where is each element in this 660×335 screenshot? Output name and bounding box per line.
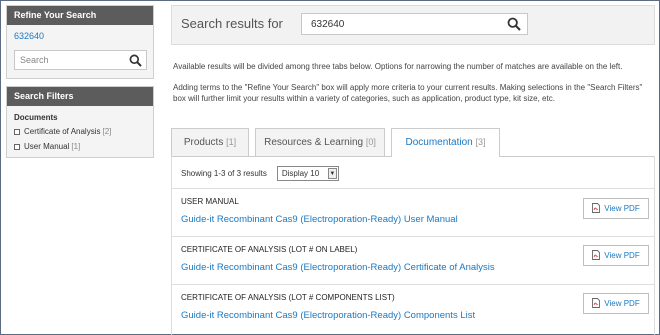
- view-pdf-label: View PDF: [604, 251, 640, 260]
- pdf-icon: [592, 297, 601, 310]
- tab-count: [0]: [365, 137, 376, 147]
- document-type: CERTIFICATE OF ANALYSIS (LOT # COMPONENT…: [181, 293, 395, 302]
- tab-count: [3]: [475, 137, 486, 147]
- document-link[interactable]: Guide-it Recombinant Cas9 (Electroporati…: [181, 214, 458, 225]
- filter-item-user-manual[interactable]: User Manual [1]: [14, 142, 80, 151]
- results-toolbar: Showing 1-3 of 3 results Display 10 ▼: [181, 166, 339, 181]
- view-pdf-button[interactable]: View PDF: [583, 293, 649, 314]
- view-pdf-label: View PDF: [604, 204, 640, 213]
- view-pdf-button[interactable]: View PDF: [583, 245, 649, 266]
- view-pdf-label: View PDF: [604, 299, 640, 308]
- main-search-input[interactable]: [302, 14, 492, 34]
- divider: [172, 236, 654, 237]
- tab-documentation[interactable]: Documentation [3]: [391, 128, 500, 157]
- document-link[interactable]: Guide-it Recombinant Cas9 (Electroporati…: [181, 262, 495, 273]
- main-search-box: [301, 13, 528, 35]
- tab-count: [1]: [226, 137, 237, 147]
- filter-item-label: User Manual: [24, 142, 70, 151]
- tab-label: Documentation: [405, 137, 473, 148]
- search-results-header: Search results for: [171, 5, 655, 45]
- filter-item-count: [1]: [71, 142, 81, 151]
- search-filters-panel: Search Filters Documents Certificate of …: [6, 86, 154, 158]
- filter-item-label: Certificate of Analysis: [24, 127, 101, 136]
- document-type: USER MANUAL: [181, 197, 239, 206]
- search-filters-title: Search Filters: [7, 87, 153, 106]
- sidebar-search-input[interactable]: [15, 51, 125, 69]
- checkbox-icon[interactable]: [14, 128, 20, 135]
- tab-resources-learning[interactable]: Resources & Learning [0]: [255, 128, 385, 156]
- info-text-tabs: Available results will be divided among …: [173, 62, 623, 71]
- filter-item-count: [2]: [102, 127, 112, 136]
- divider: [172, 188, 654, 189]
- refine-search-term-link[interactable]: 632640: [14, 31, 44, 41]
- refine-search-title: Refine Your Search: [7, 6, 153, 25]
- pdf-icon: [592, 202, 601, 215]
- refine-search-panel: Refine Your Search 632640: [6, 5, 154, 79]
- info-text-filters: Adding terms to the "Refine Your Search"…: [173, 83, 643, 103]
- display-count-select[interactable]: Display 10 ▼: [276, 166, 339, 181]
- display-count-value: Display 10: [281, 169, 320, 178]
- tab-label: Products: [183, 137, 224, 148]
- tab-label: Resources & Learning: [264, 137, 364, 148]
- dropdown-arrow-icon[interactable]: ▼: [327, 168, 337, 179]
- tab-products[interactable]: Products [1]: [171, 128, 249, 156]
- checkbox-icon[interactable]: [14, 143, 20, 150]
- documentation-results: Showing 1-3 of 3 results Display 10 ▼ US…: [171, 156, 655, 335]
- view-pdf-button[interactable]: View PDF: [583, 198, 649, 219]
- sidebar-search-box: [14, 50, 147, 70]
- divider: [172, 284, 654, 285]
- pdf-icon: [592, 249, 601, 262]
- document-type: CERTIFICATE OF ANALYSIS (LOT # ON LABEL): [181, 245, 358, 254]
- search-results-label: Search results for: [181, 16, 283, 31]
- filter-item-certificate-of-analysis[interactable]: Certificate of Analysis [2]: [14, 127, 111, 136]
- search-icon[interactable]: [507, 17, 521, 33]
- results-count: Showing 1-3 of 3 results: [181, 169, 267, 178]
- search-icon[interactable]: [129, 54, 142, 69]
- filter-group-title: Documents: [14, 113, 58, 122]
- document-link[interactable]: Guide-it Recombinant Cas9 (Electroporati…: [181, 310, 475, 321]
